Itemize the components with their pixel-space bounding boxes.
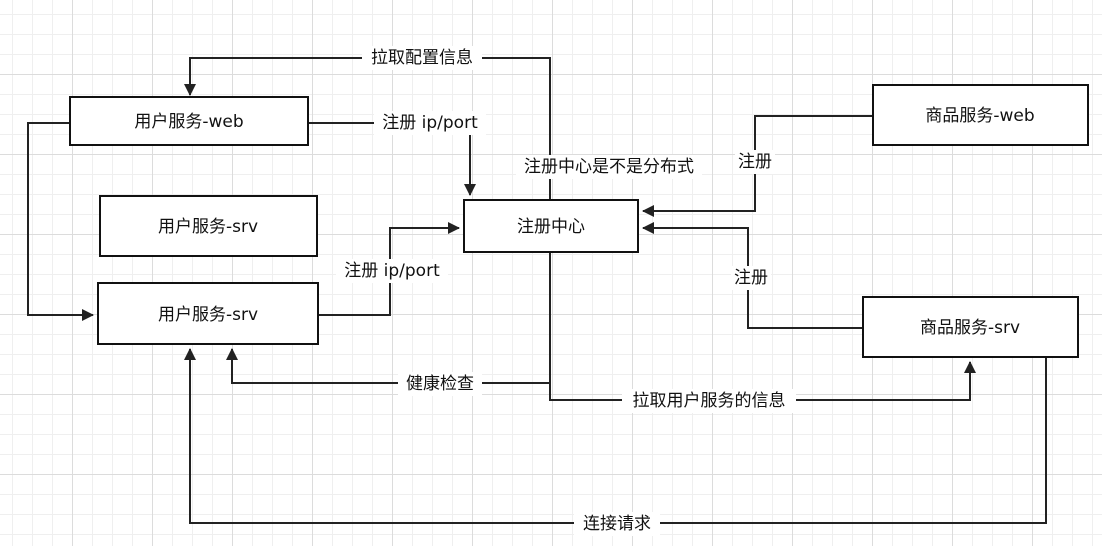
label-registry-distributed-question: 注册中心是不是分布式 <box>516 155 702 179</box>
label-register-goods-srv: 注册 <box>731 266 771 290</box>
node-user-service-srv-label: 用户服务-srv <box>158 305 258 325</box>
label-connect-request-text: 连接请求 <box>583 514 651 534</box>
label-pull-config: 拉取配置信息 <box>362 46 482 70</box>
label-pull-user-service-info-text: 拉取用户服务的信息 <box>633 391 786 411</box>
label-register-ip-port-srv: 注册 ip/port <box>336 259 448 283</box>
node-goods-service-web[interactable]: 商品服务-web <box>872 84 1089 146</box>
label-register-goods-srv-text: 注册 <box>734 268 768 288</box>
label-registry-distributed-question-text: 注册中心是不是分布式 <box>524 157 694 177</box>
node-registry-center-label: 注册中心 <box>517 217 585 237</box>
node-user-service-web-label: 用户服务-web <box>134 112 243 132</box>
node-user-service-srv[interactable]: 用户服务-srv <box>97 282 319 345</box>
label-register-goods-web: 注册 <box>735 150 775 174</box>
label-connect-request: 连接请求 <box>574 512 660 536</box>
label-health-check-text: 健康检查 <box>406 374 474 394</box>
node-goods-service-srv[interactable]: 商品服务-srv <box>862 296 1079 358</box>
label-register-goods-web-text: 注册 <box>738 152 772 172</box>
node-user-service-srv-standalone[interactable]: 用户服务-srv <box>99 195 318 257</box>
label-pull-config-text: 拉取配置信息 <box>371 48 473 68</box>
node-user-service-web[interactable]: 用户服务-web <box>69 96 309 146</box>
label-health-check: 健康检查 <box>398 372 482 396</box>
edge-connect-request <box>184 348 1047 524</box>
label-pull-user-service-info: 拉取用户服务的信息 <box>622 389 796 413</box>
label-register-ip-port-srv-text: 注册 ip/port <box>344 261 440 281</box>
architecture-diagram: 拉取配置信息 注册 ip/port 注册中心是不是分布式 注册 注册 ip/po… <box>27 46 1089 536</box>
label-register-ip-port-web-text: 注册 ip/port <box>382 113 478 133</box>
edge-user-web-to-user-srv <box>27 122 94 321</box>
node-goods-service-web-label: 商品服务-web <box>925 106 1034 126</box>
node-registry-center[interactable]: 注册中心 <box>463 199 639 253</box>
node-goods-service-srv-label: 商品服务-srv <box>920 318 1020 338</box>
label-register-ip-port-web: 注册 ip/port <box>374 111 486 135</box>
node-user-service-srv-standalone-label: 用户服务-srv <box>158 217 258 237</box>
